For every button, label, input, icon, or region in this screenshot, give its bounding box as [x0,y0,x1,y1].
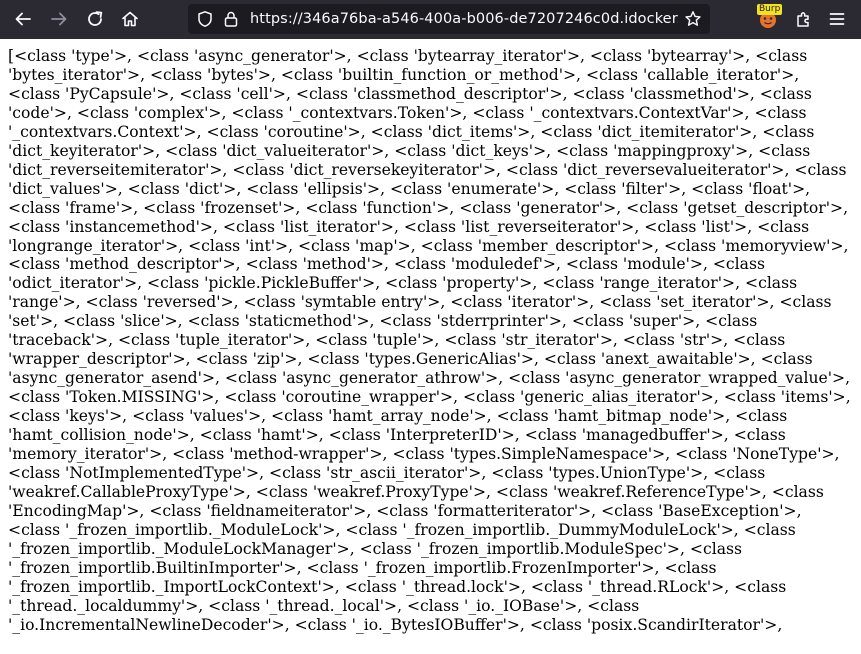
home-icon [122,11,138,27]
arrow-left-icon [15,12,31,26]
home-button[interactable] [115,4,145,34]
shield-icon[interactable] [196,10,214,28]
forward-button[interactable] [44,4,74,34]
url-bar[interactable]: https://346a76ba-a546-400a-b006-de720724… [188,4,710,34]
reload-icon [88,11,103,26]
back-button[interactable] [8,4,38,34]
hamburger-menu-icon [829,13,845,25]
menu-button[interactable] [822,4,852,34]
star-icon[interactable] [684,10,702,28]
reload-button[interactable] [80,4,110,34]
url-text[interactable]: https://346a76ba-a546-400a-b006-de720724… [250,10,678,28]
lock-icon[interactable] [222,10,240,28]
puzzle-icon [797,12,809,27]
arrow-right-icon [51,12,67,26]
browser-toolbar: https://346a76ba-a546-400a-b006-de720724… [0,0,861,39]
extension-badge: Burp [757,4,783,15]
extensions-button[interactable] [789,4,819,34]
page-body-text: [<class 'type'>, <class 'async_generator… [8,47,851,634]
